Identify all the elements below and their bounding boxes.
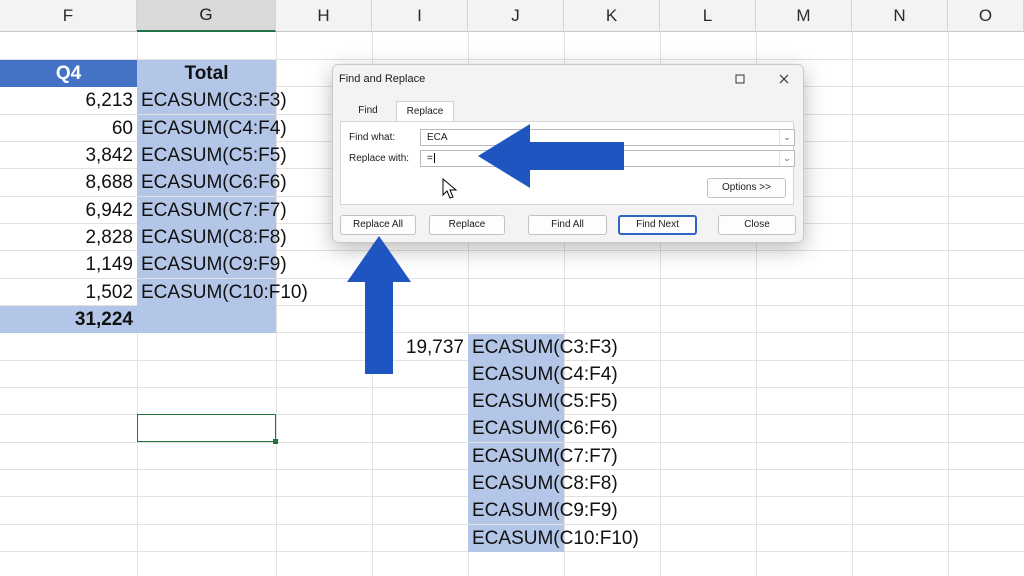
active-cell-selection[interactable]: [137, 414, 278, 444]
q4-value-cell[interactable]: 3,842: [0, 142, 137, 169]
side-formula-cell[interactable]: ECASUM(C6:F6): [468, 415, 618, 442]
side-formula-cell[interactable]: ECASUM(C4:F4): [468, 361, 618, 388]
left-arrow-annotation-icon: [478, 124, 624, 188]
total-header-cell[interactable]: Total: [137, 60, 276, 87]
chevron-down-icon[interactable]: ⌄: [779, 151, 794, 166]
side-formula-cell[interactable]: ECASUM(C5:F5): [468, 388, 618, 415]
text-caret: [433, 153, 435, 164]
total-formula-cell[interactable]: ECASUM(C8:F8): [137, 224, 287, 251]
q4-value-cell[interactable]: 6,942: [0, 197, 137, 224]
total-formula-cell[interactable]: ECASUM(C7:F7): [137, 197, 287, 224]
side-formula-cell[interactable]: ECASUM(C9:F9): [468, 497, 618, 524]
q4-value-cell[interactable]: 1,502: [0, 279, 137, 306]
total-formula-cell[interactable]: ECASUM(C6:F6): [137, 169, 287, 196]
q4-value-cell[interactable]: 2,828: [0, 224, 137, 251]
find-what-value: ECA: [427, 132, 448, 143]
grand-total-cell[interactable]: 31,224: [0, 306, 137, 333]
mouse-pointer-icon: [442, 178, 458, 199]
replace-all-button[interactable]: Replace All: [340, 215, 416, 235]
q4-value-cell[interactable]: 8,688: [0, 169, 137, 196]
find-what-label: Find what:: [349, 132, 396, 143]
column-header-m[interactable]: M: [756, 0, 852, 32]
chevron-down-icon[interactable]: ⌄: [779, 130, 794, 145]
total-formula-cell[interactable]: ECASUM(C9:F9): [137, 251, 287, 278]
close-icon[interactable]: [773, 69, 795, 89]
replace-button[interactable]: Replace: [429, 215, 505, 235]
column-header-k[interactable]: K: [564, 0, 660, 32]
q4-header-cell[interactable]: Q4: [0, 60, 137, 87]
total-formula-cell[interactable]: ECASUM(C5:F5): [137, 142, 287, 169]
column-header-j[interactable]: J: [468, 0, 564, 32]
column-header-n[interactable]: N: [852, 0, 948, 32]
total-formula-cell[interactable]: ECASUM(C10:F10): [137, 279, 308, 306]
q4-value-cell[interactable]: 6,213: [0, 87, 137, 114]
tab-find[interactable]: Find: [349, 101, 387, 121]
column-header-f[interactable]: F: [0, 0, 137, 32]
side-formula-cell[interactable]: ECASUM(C3:F3): [468, 334, 618, 361]
side-formula-cell[interactable]: ECASUM(C10:F10): [468, 525, 639, 552]
find-all-button[interactable]: Find All: [528, 215, 607, 235]
replace-with-value: =: [427, 153, 433, 164]
dialog-title: Find and Replace: [339, 73, 426, 85]
q4-value-cell[interactable]: 60: [0, 115, 137, 142]
column-header-h[interactable]: H: [276, 0, 372, 32]
tab-replace[interactable]: Replace: [396, 101, 454, 122]
total-formula-cell[interactable]: ECASUM(C3:F3): [137, 87, 287, 114]
maximize-icon[interactable]: [729, 69, 751, 89]
column-header-l[interactable]: L: [660, 0, 756, 32]
column-header-i[interactable]: I: [372, 0, 468, 32]
replace-with-label: Replace with:: [349, 153, 410, 164]
grand-total-empty-cell[interactable]: [137, 306, 276, 333]
side-formula-cell[interactable]: ECASUM(C7:F7): [468, 443, 618, 470]
options-button[interactable]: Options >>: [707, 178, 786, 198]
up-arrow-annotation-icon: [347, 236, 411, 374]
close-button[interactable]: Close: [718, 215, 796, 235]
side-formula-cell[interactable]: ECASUM(C8:F8): [468, 470, 618, 497]
find-next-button[interactable]: Find Next: [618, 215, 697, 235]
q4-value-cell[interactable]: 1,149: [0, 251, 137, 278]
column-header-o[interactable]: O: [948, 0, 1024, 32]
column-header-g[interactable]: G: [137, 0, 276, 32]
total-formula-cell[interactable]: ECASUM(C4:F4): [137, 115, 287, 142]
